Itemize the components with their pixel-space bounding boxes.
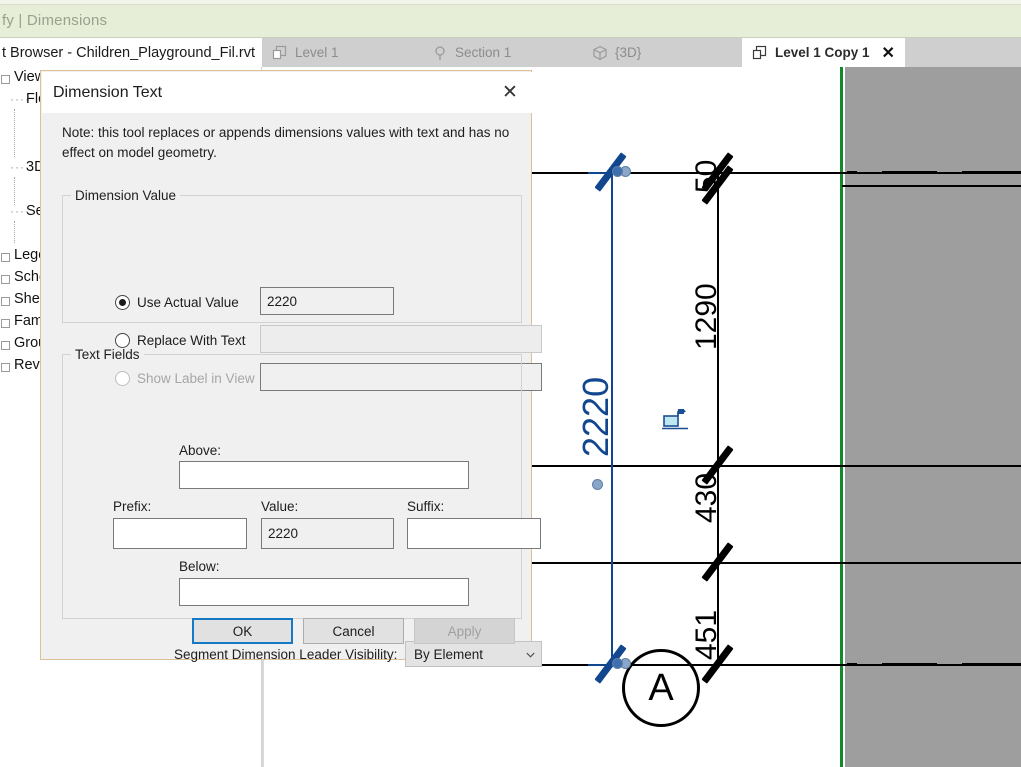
tab-level-1-copy-1[interactable]: Level 1 Copy 1 ✕ <box>742 38 905 67</box>
suffix-label: Suffix: <box>407 499 445 514</box>
tree-expander[interactable] <box>1 253 10 262</box>
apply-button: Apply <box>414 618 515 644</box>
tab-level-1[interactable]: Level 1 <box>262 38 349 67</box>
application-window: fy | Dimensions t Browser - Children_Pla… <box>0 0 1021 767</box>
wall-line[interactable] <box>530 562 1021 564</box>
tree-expander[interactable] <box>1 363 10 372</box>
tab-close-icon[interactable]: ✕ <box>882 43 895 63</box>
cube-icon <box>592 45 608 61</box>
dimension-text-value[interactable]: 1290 <box>690 283 724 350</box>
tree-connector <box>14 177 15 205</box>
dimension-midpoint-grip[interactable] <box>592 479 603 490</box>
radio-replace-with-text-label: Replace With Text <box>137 333 246 348</box>
chevron-down-icon[interactable] <box>519 648 541 661</box>
hidden-line-dash <box>882 663 937 666</box>
dimension-grip[interactable] <box>612 166 623 177</box>
segment-leader-visibility-value: By Element <box>414 646 484 662</box>
tree-expander[interactable] <box>1 275 10 284</box>
above-label: Above: <box>179 443 222 458</box>
hidden-line-dash <box>847 663 857 666</box>
wall-line[interactable] <box>530 465 1021 467</box>
tree-expander[interactable] <box>1 319 10 328</box>
actual-value-field[interactable] <box>260 287 394 315</box>
dimension-text-value[interactable]: 430 <box>690 473 724 523</box>
tab-level-1-label: Level 1 <box>295 45 339 60</box>
dimension-text-dialog[interactable]: Dimension Text ✕ Note: this tool replace… <box>40 70 542 667</box>
tree-expander[interactable] <box>1 75 10 84</box>
panel-divider <box>262 655 264 767</box>
prefix-label: Prefix: <box>113 499 152 514</box>
segment-leader-visibility-select[interactable]: By Element <box>405 641 542 667</box>
unlocked-padlock-icon[interactable] <box>662 405 688 431</box>
radio-button-icon[interactable] <box>115 333 130 348</box>
dialog-note: Note: this tool replaces or appends dime… <box>62 125 510 160</box>
suffix-field[interactable] <box>407 518 541 549</box>
dimension-extension <box>662 664 692 666</box>
project-browser-title-text: t Browser - Children_Playground_Fil.rvt <box>2 44 256 61</box>
tree-connector <box>14 221 15 243</box>
below-label: Below: <box>179 559 220 574</box>
dimension-grip[interactable] <box>612 658 623 669</box>
tree-connector <box>14 109 15 157</box>
dimension-witness-line[interactable] <box>717 172 719 664</box>
ok-button[interactable]: OK <box>192 618 293 644</box>
hidden-line-dash <box>847 171 857 174</box>
tab-level-1-copy-1-label: Level 1 Copy 1 <box>775 45 870 60</box>
ribbon-context-strip: fy | Dimensions <box>0 0 1021 38</box>
project-browser-title: t Browser - Children_Playground_Fil.rvt <box>0 38 262 67</box>
ribbon-context-label: fy | Dimensions <box>2 12 108 29</box>
dialog-title: Dimension Text <box>53 83 163 101</box>
radio-use-actual-value[interactable]: Use Actual Value <box>115 295 239 310</box>
segment-leader-visibility-label: Segment Dimension Leader Visibility: <box>174 647 398 662</box>
dimension-value-legend: Dimension Value <box>75 188 177 203</box>
prefix-field[interactable] <box>113 518 247 549</box>
hidden-line-dash <box>962 171 1021 174</box>
tab-section-1-label: Section 1 <box>455 45 512 60</box>
radio-button-icon[interactable] <box>115 295 130 310</box>
below-field[interactable] <box>179 578 469 606</box>
hidden-line-dash <box>962 663 1021 666</box>
value-field[interactable] <box>261 518 394 549</box>
dialog-titlebar: Dimension Text <box>42 72 532 113</box>
radio-use-actual-value-label: Use Actual Value <box>137 295 239 310</box>
tree-expander[interactable] <box>1 341 10 350</box>
tab-3d-view-label: {3D} <box>615 45 642 60</box>
text-fields-legend: Text Fields <box>75 347 140 362</box>
tab-section-1[interactable]: Section 1 <box>422 38 521 67</box>
hidden-line-dash <box>882 171 937 174</box>
above-field[interactable] <box>179 461 469 489</box>
radio-replace-with-text[interactable]: Replace With Text <box>115 333 246 348</box>
wall-line[interactable] <box>842 185 1021 187</box>
tree-expander[interactable] <box>1 297 10 306</box>
cancel-button[interactable]: Cancel <box>303 618 404 644</box>
grid-bubble[interactable]: A <box>622 649 700 727</box>
section-marker-icon <box>432 45 448 61</box>
floorplan-icon <box>752 45 768 61</box>
floorplan-icon <box>272 45 288 61</box>
value-label: Value: <box>261 499 299 514</box>
close-icon[interactable]: ✕ <box>499 81 521 103</box>
dimension-text-value[interactable]: 50 <box>690 160 724 193</box>
grid-bubble-label: A <box>648 666 674 709</box>
ribbon-top-edge <box>0 0 1021 5</box>
dimension-text-value[interactable]: 451 <box>690 610 724 660</box>
tab-3d-view[interactable]: {3D} <box>582 38 651 67</box>
dimension-text-value[interactable]: 2220 <box>575 377 617 457</box>
